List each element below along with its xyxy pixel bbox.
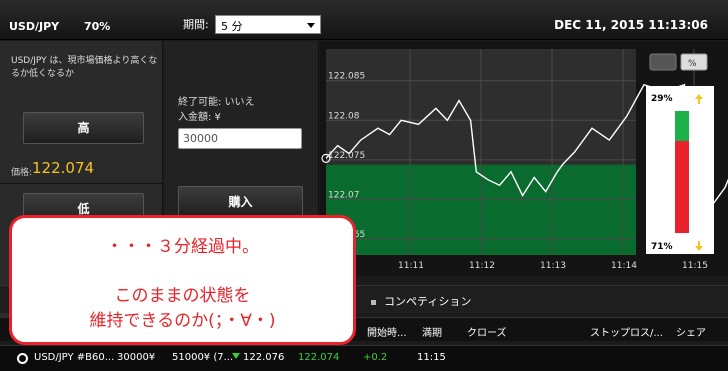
sentiment-up-bar — [675, 111, 689, 141]
x-tick-label: 11:12 — [469, 261, 495, 271]
datetime: DEC 11, 2015 11:13:06 — [554, 18, 708, 32]
pair-label: USD/JPY — [9, 20, 60, 33]
overlay-line-2: このままの状態を — [114, 286, 251, 306]
bullet-icon — [371, 299, 376, 305]
instrument-description: USD/JPY は、現市場価格より高くなるか低くなるか — [11, 56, 158, 79]
chevron-down-icon — [307, 23, 315, 28]
commentary-overlay: ・・・３分経過中。 このままの状態を 維持できるのか(；・∀・) — [9, 215, 356, 345]
divider — [0, 183, 163, 184]
period-value: 5 分 — [221, 20, 243, 33]
clock-icon — [17, 353, 28, 364]
down-arrow-icon — [232, 353, 240, 359]
amount-label: 入金額: ¥ — [178, 112, 221, 123]
y-tick-label: 122.085 — [328, 72, 365, 82]
payout-percent: 70% — [84, 20, 111, 33]
row-open-price: 122.076 — [232, 352, 284, 363]
col-close[interactable]: クローズ — [467, 324, 507, 339]
chart-svg: 122.085122.08122.075122.07122.06511:1111… — [321, 49, 728, 271]
row-expiry: 11:15 — [417, 352, 446, 363]
table-row[interactable]: USD/JPY #B60... 30000¥ 51000¥ (7... 122.… — [0, 345, 728, 371]
y-tick-label: 122.07 — [328, 191, 360, 201]
chart-type-button[interactable] — [649, 53, 677, 71]
x-tick-label: 11:14 — [611, 261, 637, 271]
percent-icon: % — [688, 59, 697, 69]
sentiment-up-value: 29% — [651, 94, 673, 104]
period-select[interactable]: 5 分 — [215, 15, 321, 34]
overlay-line-1: ・・・３分経過中。 — [106, 237, 259, 257]
buy-button[interactable]: 購入 — [178, 186, 303, 218]
col-start-time[interactable]: 開始時... — [367, 324, 407, 339]
price-chart: 122.085122.08122.075122.07122.06511:1111… — [320, 41, 728, 276]
early-close-label: 終了可能: いいえ — [178, 97, 255, 108]
current-price: 122.074 — [32, 159, 95, 177]
price-label: 価格: — [11, 168, 33, 178]
sentiment-down-value: 71% — [651, 242, 673, 252]
row-instrument: USD/JPY #B60... — [34, 352, 115, 363]
tab-competition[interactable]: コンペティション — [371, 293, 471, 309]
tab-competition-label: コンペティション — [384, 295, 472, 308]
high-button[interactable]: 高 — [23, 112, 144, 144]
sentiment-label: トレーダートレンド — [690, 139, 701, 216]
col-share[interactable]: シェア — [676, 324, 706, 339]
overlay-line-3: 維持できるのか(；・∀・) — [89, 311, 276, 331]
period-label: 期間: — [183, 18, 209, 31]
x-tick-label: 11:11 — [398, 261, 424, 271]
col-stoploss[interactable]: ストップロス/... — [590, 324, 663, 339]
top-bar: USD/JPY 70% 期間: 5 分 DEC 11, 2015 11:13:0… — [0, 0, 728, 40]
row-amount: 30000¥ — [117, 352, 156, 363]
row-current-price: 122.074 — [298, 352, 340, 363]
x-tick-label: 11:13 — [540, 261, 566, 271]
row-payout: 51000¥ (7... — [172, 352, 234, 363]
sentiment-down-bar — [675, 141, 689, 233]
y-tick-label: 122.08 — [328, 111, 360, 121]
row-change: +0.2 — [363, 352, 388, 363]
col-expiry[interactable]: 満期 — [422, 324, 442, 339]
x-tick-label: 11:15 — [682, 261, 708, 271]
amount-input[interactable]: 30000 — [178, 128, 302, 149]
row-open-price-value: 122.076 — [243, 352, 285, 363]
